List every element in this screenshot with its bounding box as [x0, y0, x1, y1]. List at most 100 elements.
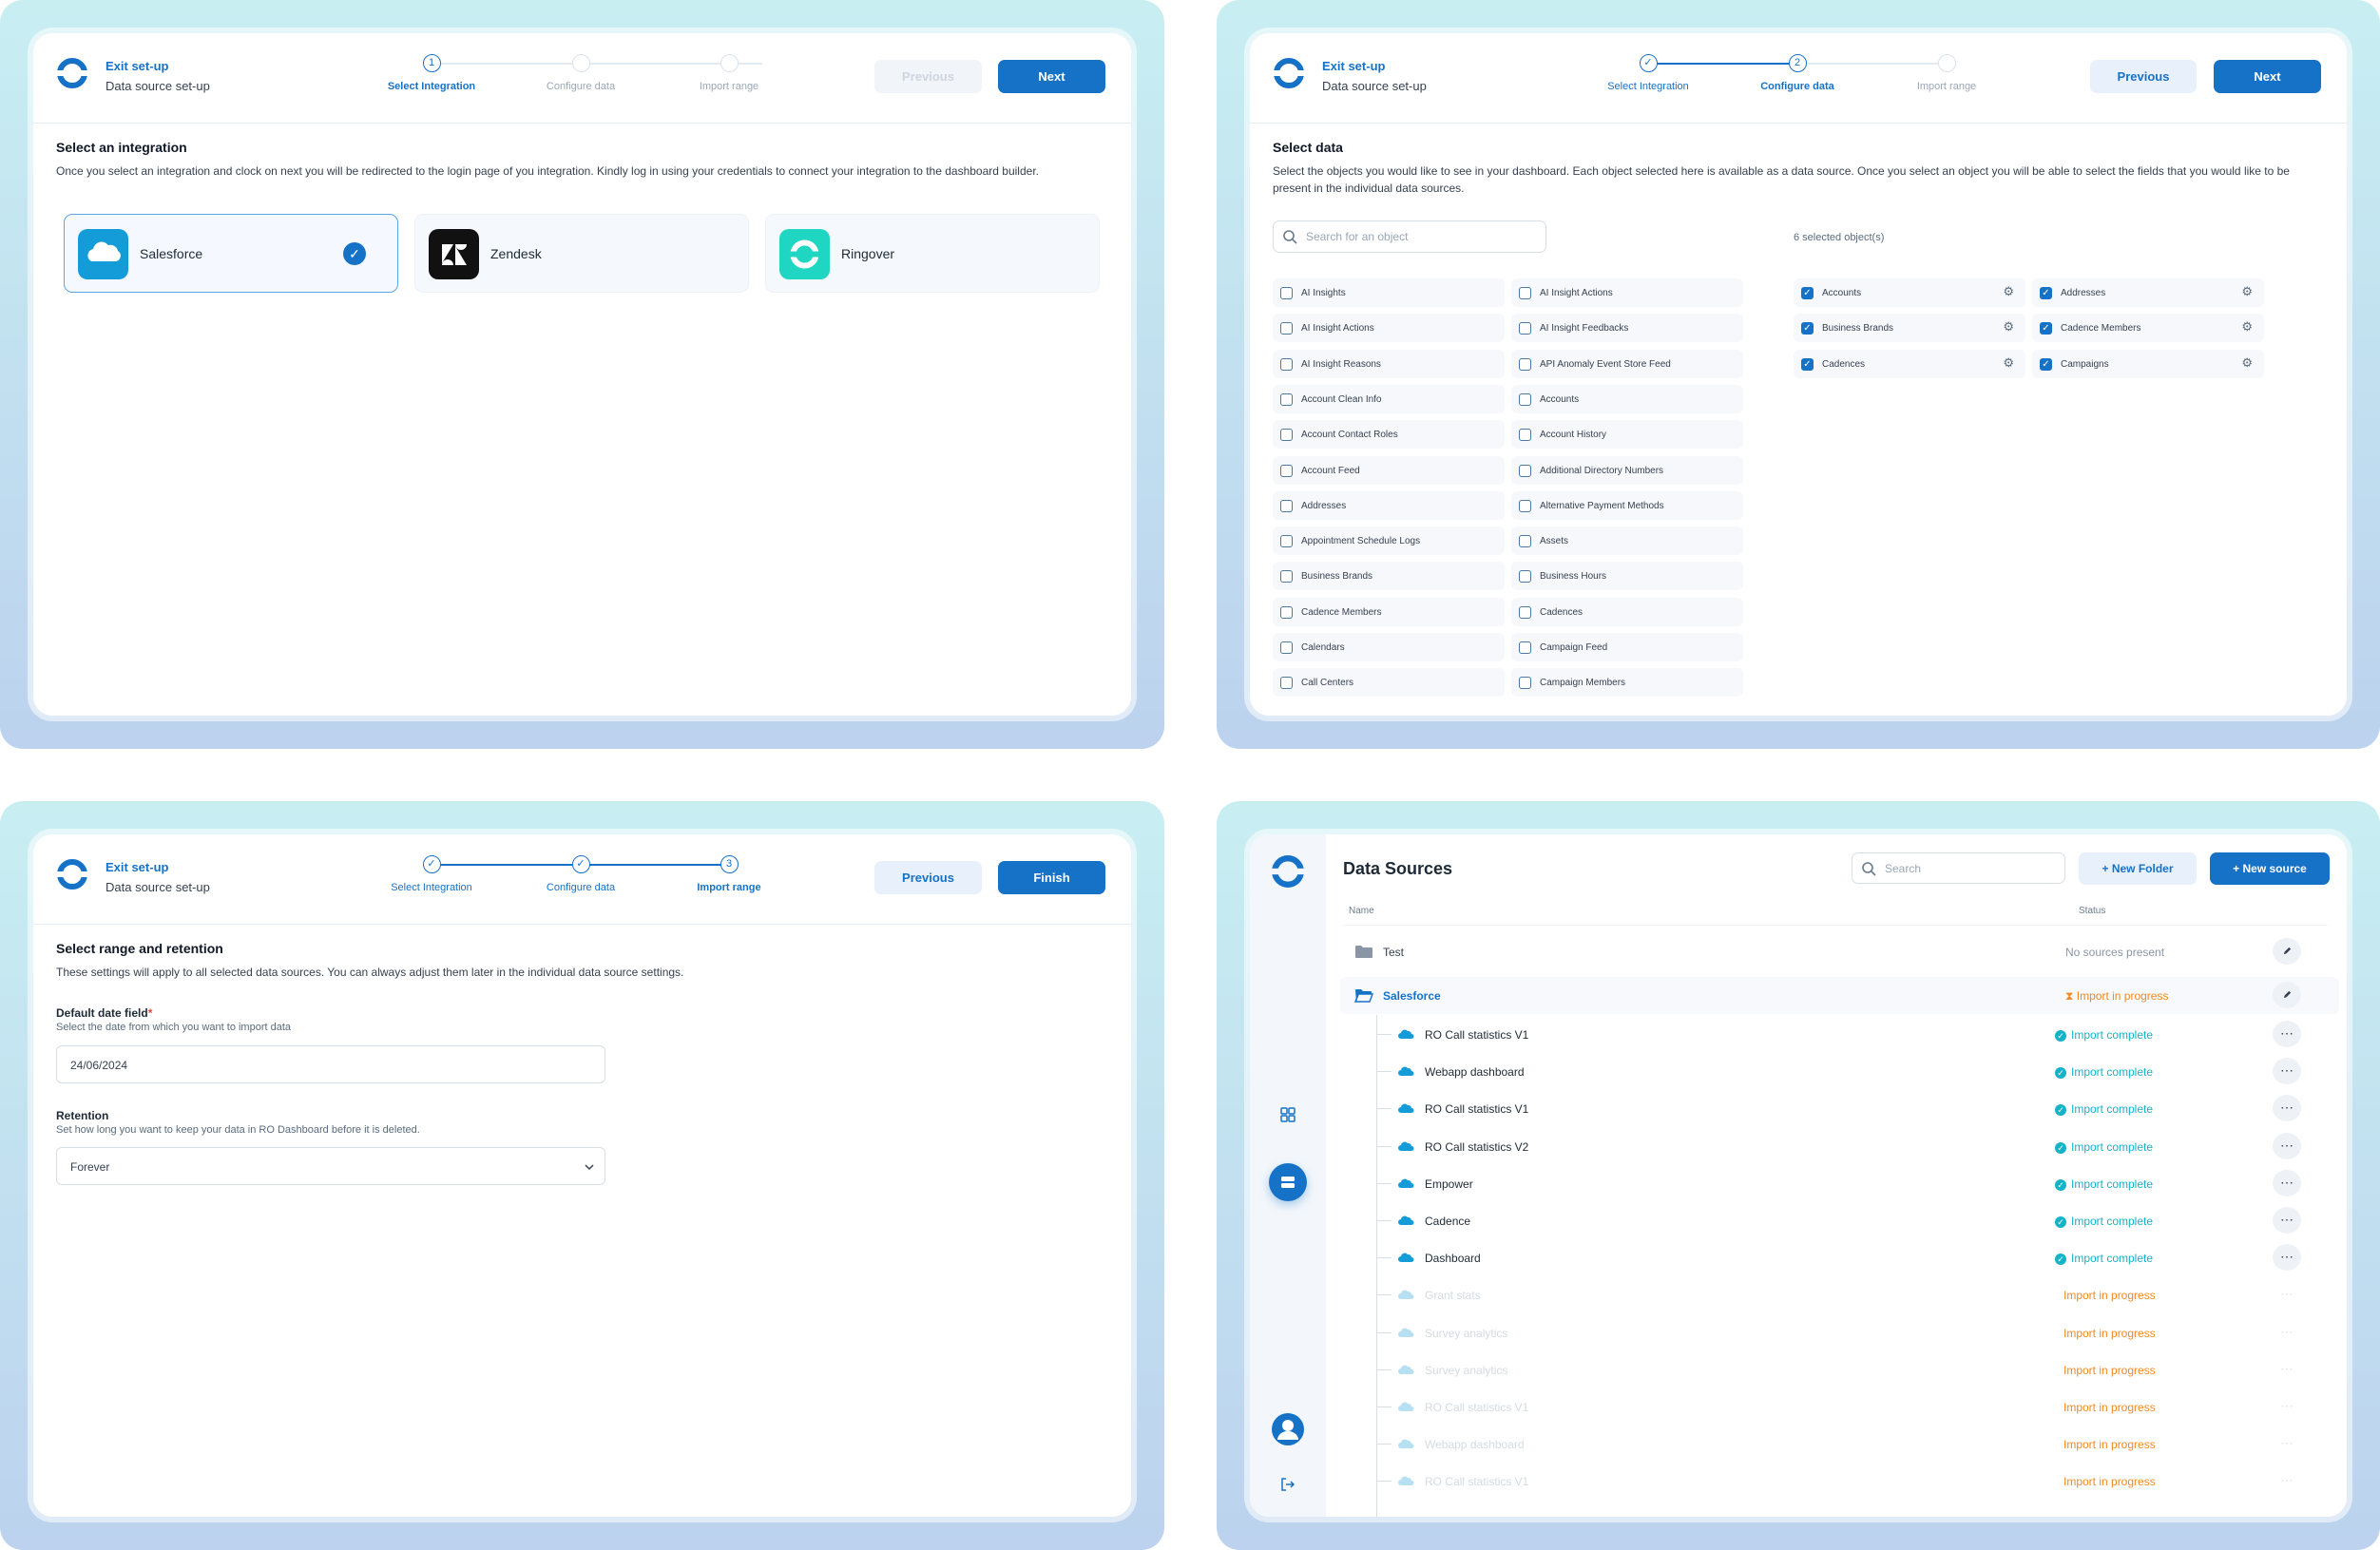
object-checkbox-item[interactable]: Addresses: [1273, 490, 1505, 520]
more-options-button[interactable]: ⋯: [2273, 1319, 2301, 1346]
dashboard-grid-icon[interactable]: [1280, 1107, 1296, 1122]
user-avatar-icon[interactable]: [1271, 1412, 1305, 1446]
object-checkbox-item[interactable]: Call Centers: [1273, 668, 1505, 698]
exit-setup-link[interactable]: Exit set-up: [1322, 59, 1385, 73]
object-checkbox-item[interactable]: ✓ Cadence Members ⚙: [2032, 314, 2264, 343]
source-row[interactable]: RO Call statistics V1 Import in progress ⋯: [1340, 1463, 2339, 1500]
checkbox[interactable]: [1280, 392, 1293, 406]
checkbox[interactable]: [1280, 641, 1293, 654]
edit-button[interactable]: [2273, 982, 2301, 1008]
object-checkbox-item[interactable]: Calendars: [1273, 633, 1505, 661]
source-row[interactable]: Survey analytics Import in progress ⋯: [1340, 1314, 2339, 1351]
object-checkbox-item[interactable]: AI Insight Actions: [1273, 314, 1505, 343]
checkbox[interactable]: [1519, 429, 1531, 442]
app-logo-icon[interactable]: [1271, 854, 1305, 889]
folder-row-test[interactable]: Test No sources present: [1340, 933, 2339, 970]
field-settings-icon[interactable]: ⚙: [2241, 355, 2253, 371]
edit-button[interactable]: [2273, 938, 2301, 965]
checkbox[interactable]: [1280, 570, 1293, 584]
object-checkbox-item[interactable]: Campaign Feed: [1511, 633, 1743, 661]
source-row[interactable]: Cadence ✓ Import complete ⋯: [1340, 1202, 2339, 1239]
source-row[interactable]: Webapp dashboard Import in progress ⋯: [1340, 1426, 2339, 1463]
field-settings-icon[interactable]: ⚙: [2003, 319, 2014, 335]
object-checkbox-item[interactable]: Cadences: [1511, 597, 1743, 626]
next-button[interactable]: Next: [2214, 60, 2321, 93]
search-input[interactable]: Search: [1852, 852, 2065, 884]
finish-button[interactable]: Finish: [998, 861, 1105, 894]
integration-ringover[interactable]: Ringover: [765, 214, 1100, 293]
source-row[interactable]: RO Call statistics V2 ✓ Import complete ⋯: [1340, 1128, 2339, 1165]
more-options-button[interactable]: ⋯: [2273, 1356, 2301, 1383]
checkbox[interactable]: [1280, 499, 1293, 512]
object-checkbox-item[interactable]: Account Clean Info: [1273, 384, 1505, 413]
exit-setup-link[interactable]: Exit set-up: [106, 59, 168, 73]
checkbox[interactable]: [1519, 570, 1531, 584]
previous-button[interactable]: Previous: [2090, 60, 2197, 93]
checkbox[interactable]: [1519, 605, 1531, 619]
checkbox[interactable]: [1519, 499, 1531, 512]
more-options-button[interactable]: ⋯: [2273, 1244, 2301, 1272]
checkbox[interactable]: [1280, 322, 1293, 335]
previous-button[interactable]: Previous: [874, 60, 982, 93]
object-checkbox-item[interactable]: Assets: [1511, 526, 1743, 556]
next-button[interactable]: Next: [998, 60, 1105, 93]
checkbox-checked[interactable]: ✓: [2040, 287, 2052, 299]
checkbox-checked[interactable]: ✓: [1801, 357, 1814, 371]
field-settings-icon[interactable]: ⚙: [2003, 355, 2014, 371]
checkbox[interactable]: [1519, 287, 1531, 299]
object-checkbox-item[interactable]: Business Brands: [1273, 562, 1505, 591]
new-source-button[interactable]: + New source: [2210, 852, 2330, 885]
more-options-button[interactable]: ⋯: [2273, 1430, 2301, 1457]
checkbox[interactable]: [1519, 464, 1531, 477]
object-checkbox-item[interactable]: Cadence Members: [1273, 597, 1505, 626]
object-checkbox-item[interactable]: ✓ Cadences ⚙: [1794, 349, 2025, 378]
folder-row-salesforce[interactable]: Salesforce ⧗ Import in progress: [1340, 977, 2339, 1014]
object-checkbox-item[interactable]: Campaign Members: [1511, 668, 1743, 698]
checkbox[interactable]: [1519, 641, 1531, 654]
object-checkbox-item[interactable]: API Anomaly Event Store Feed: [1511, 349, 1743, 378]
source-row[interactable]: RO Call statistics V1 Import in progress ⋯: [1340, 1388, 2339, 1426]
more-options-button[interactable]: ⋯: [2273, 1132, 2301, 1159]
source-row[interactable]: Empower ✓ Import complete ⋯: [1340, 1165, 2339, 1202]
more-options-button[interactable]: ⋯: [2273, 1467, 2301, 1494]
previous-button[interactable]: Previous: [874, 861, 982, 894]
checkbox[interactable]: [1280, 287, 1293, 299]
checkbox[interactable]: [1280, 535, 1293, 548]
checkbox-checked[interactable]: ✓: [1801, 287, 1814, 299]
checkbox-checked[interactable]: ✓: [1801, 322, 1814, 335]
checkbox-checked[interactable]: ✓: [2040, 322, 2052, 335]
object-checkbox-item[interactable]: AI Insight Reasons: [1273, 349, 1505, 378]
object-checkbox-item[interactable]: AI Insights: [1273, 278, 1505, 307]
more-options-button[interactable]: ⋯: [2273, 1207, 2301, 1234]
object-checkbox-item[interactable]: ✓ Addresses ⚙: [2032, 278, 2264, 307]
logout-icon[interactable]: [1280, 1477, 1296, 1492]
more-options-button[interactable]: ⋯: [2273, 1058, 2301, 1085]
checkbox[interactable]: [1280, 357, 1293, 371]
integration-salesforce[interactable]: Salesforce ✓: [64, 214, 398, 293]
source-row[interactable]: RO Call statistics V1 ✓ Import complete ⋯: [1340, 1016, 2339, 1053]
checkbox[interactable]: [1280, 605, 1293, 619]
object-checkbox-item[interactable]: AI Insight Actions: [1511, 278, 1743, 307]
object-checkbox-item[interactable]: Account Feed: [1273, 455, 1505, 485]
object-checkbox-item[interactable]: Accounts: [1511, 384, 1743, 413]
object-checkbox-item[interactable]: Alternative Payment Methods: [1511, 490, 1743, 520]
object-checkbox-item[interactable]: ✓ Campaigns ⚙: [2032, 349, 2264, 378]
more-options-button[interactable]: ⋯: [2273, 1169, 2301, 1196]
object-checkbox-item[interactable]: ✓ Accounts ⚙: [1794, 278, 2025, 307]
source-row[interactable]: Grant stats Import in progress ⋯: [1340, 1276, 2339, 1313]
object-checkbox-item[interactable]: Appointment Schedule Logs: [1273, 526, 1505, 556]
source-row[interactable]: Webapp dashboard ✓ Import complete ⋯: [1340, 1053, 2339, 1090]
checkbox[interactable]: [1280, 464, 1293, 477]
source-row[interactable]: Dashboard ✓ Import complete ⋯: [1340, 1239, 2339, 1276]
data-sources-nav-button[interactable]: [1269, 1163, 1307, 1201]
field-settings-icon[interactable]: ⚙: [2241, 284, 2253, 299]
object-search-input[interactable]: Search for an object: [1273, 220, 1546, 253]
checkbox[interactable]: [1519, 677, 1531, 690]
source-row[interactable]: RO Call statistics V1 ✓ Import complete ⋯: [1340, 1090, 2339, 1127]
checkbox[interactable]: [1519, 357, 1531, 371]
checkbox-checked[interactable]: ✓: [2040, 357, 2052, 371]
source-row[interactable]: Survey analytics Import in progress ⋯: [1340, 1351, 2339, 1388]
more-options-button[interactable]: ⋯: [2273, 1393, 2301, 1420]
object-checkbox-item[interactable]: ✓ Business Brands ⚙: [1794, 314, 2025, 343]
object-checkbox-item[interactable]: Account Contact Roles: [1273, 420, 1505, 450]
